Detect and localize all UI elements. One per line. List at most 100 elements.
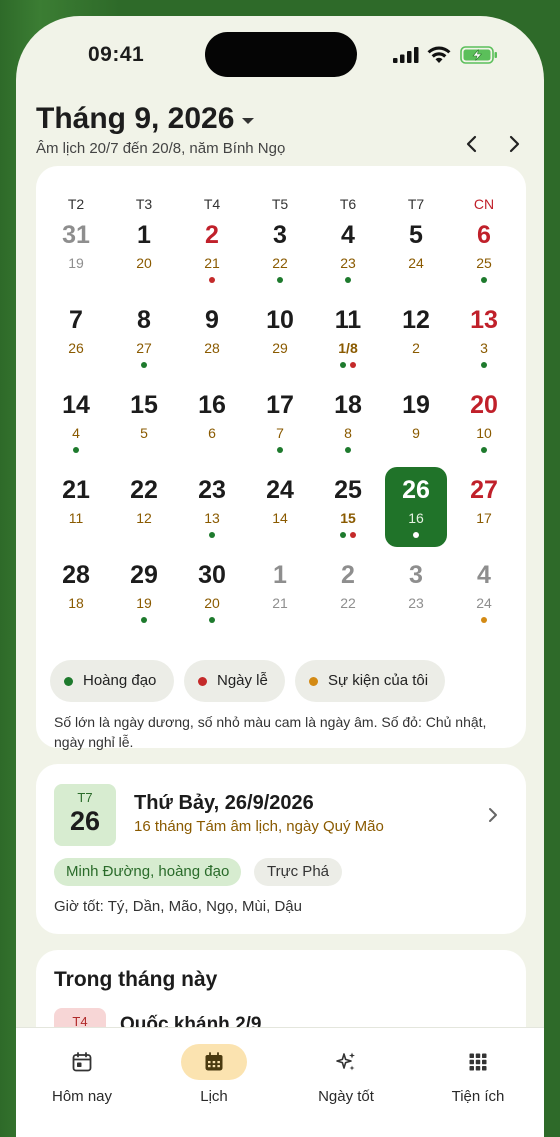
calendar-day[interactable]: 1 20 bbox=[113, 212, 175, 292]
green-marker-dot bbox=[141, 617, 147, 623]
calendar-day[interactable]: 20 10 bbox=[453, 382, 515, 462]
calendar-day[interactable]: 2 21 bbox=[181, 212, 243, 292]
solar-day-number: 9 bbox=[205, 306, 219, 334]
day-markers bbox=[317, 277, 379, 283]
calendar-day[interactable]: 21 11 bbox=[45, 467, 107, 547]
calendar-day[interactable]: 23 13 bbox=[181, 467, 243, 547]
lunar-day-number: 4 bbox=[72, 425, 80, 441]
apps-grid-icon bbox=[469, 1053, 487, 1071]
month-title[interactable]: Tháng 9, 2026 bbox=[36, 102, 234, 136]
day-markers bbox=[113, 447, 175, 453]
calendar-day[interactable]: 8 27 bbox=[113, 297, 175, 377]
day-markers bbox=[45, 447, 107, 453]
chevron-left-icon[interactable] bbox=[460, 132, 484, 156]
calendar-day[interactable]: 30 20 bbox=[181, 552, 243, 632]
day-markers bbox=[249, 277, 311, 283]
green-marker-dot bbox=[73, 447, 79, 453]
day-markers bbox=[181, 277, 243, 283]
calendar-day[interactable]: 27 17 bbox=[453, 467, 515, 547]
lunar-day-number: 27 bbox=[136, 340, 152, 356]
chevron-right-icon[interactable] bbox=[482, 804, 504, 826]
red-marker-dot bbox=[350, 532, 356, 538]
calendar-day[interactable]: 4 23 bbox=[317, 212, 379, 292]
chevron-right-icon[interactable] bbox=[502, 132, 526, 156]
calendar-day-selected[interactable]: 26 16 bbox=[385, 467, 447, 547]
calendar-day[interactable]: 3 23 bbox=[385, 552, 447, 632]
day-markers bbox=[453, 277, 515, 283]
weekday-label: T6 bbox=[339, 196, 357, 212]
day-markers bbox=[113, 532, 175, 538]
calendar-day[interactable]: 24 14 bbox=[249, 467, 311, 547]
day-markers bbox=[113, 277, 175, 283]
good-day-tag: Minh Đường, hoàng đạo bbox=[54, 858, 242, 886]
calendar-day[interactable]: 22 12 bbox=[113, 467, 175, 547]
calendar-day[interactable]: 13 3 bbox=[453, 297, 515, 377]
calendar-day[interactable]: 17 7 bbox=[249, 382, 311, 462]
calendar-day[interactable]: 5 24 bbox=[385, 212, 447, 292]
day-markers bbox=[249, 532, 311, 538]
calendar-day[interactable]: 7 26 bbox=[45, 297, 107, 377]
calendar-day[interactable]: 15 5 bbox=[113, 382, 175, 462]
day-markers bbox=[317, 532, 379, 538]
bottom-navigation: Hôm nay Lịch Ngày tốt Tiện ích bbox=[16, 1027, 544, 1137]
nav-item-lich[interactable]: Lịch bbox=[148, 1028, 280, 1128]
nav-icon-wrap bbox=[313, 1044, 379, 1080]
calendar-day[interactable]: 31 19 bbox=[45, 212, 107, 292]
green-marker-dot bbox=[340, 532, 346, 538]
calendar-day[interactable]: 19 9 bbox=[385, 382, 447, 462]
day-markers bbox=[113, 362, 175, 368]
solar-day-number: 21 bbox=[62, 476, 90, 504]
day-markers bbox=[385, 447, 447, 453]
truc-tag: Trực Phá bbox=[254, 858, 342, 886]
lunar-day-number: 16 bbox=[408, 510, 424, 526]
day-markers bbox=[181, 362, 243, 368]
green-marker-dot bbox=[340, 362, 346, 368]
calendar-day[interactable]: 6 25 bbox=[453, 212, 515, 292]
selected-day-card[interactable]: T7 26 Thứ Bảy, 26/9/2026 16 tháng Tám âm… bbox=[36, 764, 526, 934]
day-markers bbox=[249, 447, 311, 453]
legend-label: Sự kiện của tôi bbox=[328, 672, 429, 689]
solar-day-number: 28 bbox=[62, 561, 90, 589]
solar-day-number: 8 bbox=[137, 306, 151, 334]
legend-chip-su-kien: Sự kiện của tôi bbox=[295, 660, 445, 702]
nav-item-hom-nay[interactable]: Hôm nay bbox=[16, 1028, 148, 1128]
solar-day-number: 6 bbox=[477, 221, 491, 249]
lunar-day-number: 22 bbox=[340, 595, 356, 611]
calendar-day[interactable]: 14 4 bbox=[45, 382, 107, 462]
calendar-day[interactable]: 9 28 bbox=[181, 297, 243, 377]
lunar-day-number: 17 bbox=[476, 510, 492, 526]
nav-item-tien-ich[interactable]: Tiện ích bbox=[412, 1028, 544, 1128]
calendar-day[interactable]: 11 1/8 bbox=[317, 297, 379, 377]
calendar-day[interactable]: 3 22 bbox=[249, 212, 311, 292]
calendar-day[interactable]: 12 2 bbox=[385, 297, 447, 377]
calendar-day[interactable]: 16 6 bbox=[181, 382, 243, 462]
green-marker-dot bbox=[141, 362, 147, 368]
selected-day-lunar: 16 tháng Tám âm lịch, ngày Quý Mão bbox=[134, 818, 384, 835]
calendar-day[interactable]: 28 18 bbox=[45, 552, 107, 632]
calendar-day[interactable]: 10 29 bbox=[249, 297, 311, 377]
battery-charging-icon bbox=[460, 46, 497, 64]
day-markers bbox=[45, 532, 107, 538]
nav-item-ngay-tot[interactable]: Ngày tốt bbox=[280, 1028, 412, 1128]
solar-day-number: 15 bbox=[130, 391, 158, 419]
lunar-day-number: 5 bbox=[140, 425, 148, 441]
nav-icon-wrap bbox=[445, 1044, 511, 1080]
solar-day-number: 26 bbox=[402, 476, 430, 504]
calendar-day[interactable]: 25 15 bbox=[317, 467, 379, 547]
lunar-day-number: 20 bbox=[204, 595, 220, 611]
calendar-day[interactable]: 4 24 bbox=[453, 552, 515, 632]
calendar-today-icon bbox=[72, 1052, 92, 1072]
green-marker-dot bbox=[277, 277, 283, 283]
calendar-day[interactable]: 29 19 bbox=[113, 552, 175, 632]
green-marker-dot bbox=[209, 617, 215, 623]
caret-down-icon[interactable] bbox=[241, 116, 255, 126]
solar-day-number: 23 bbox=[198, 476, 226, 504]
calendar-day[interactable]: 1 21 bbox=[249, 552, 311, 632]
legend-chip-ngay-le: Ngày lễ bbox=[184, 660, 285, 702]
legend-dot-green bbox=[64, 677, 73, 686]
solar-day-number: 14 bbox=[62, 391, 90, 419]
weekday-label: T3 bbox=[135, 196, 153, 212]
calendar-day[interactable]: 2 22 bbox=[317, 552, 379, 632]
date-badge: T7 26 bbox=[54, 784, 116, 846]
calendar-day[interactable]: 18 8 bbox=[317, 382, 379, 462]
